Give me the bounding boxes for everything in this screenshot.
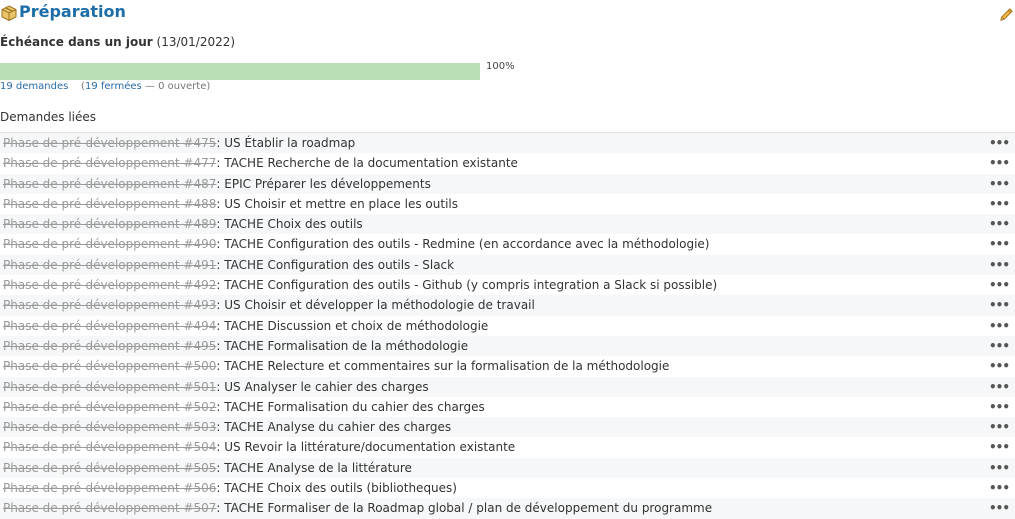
issue-subject: : TACHE Formalisation du cahier des char… <box>216 399 485 414</box>
pencil-icon[interactable] <box>999 7 1014 22</box>
issue-row: Phase de pré-développement #503: TACHE A… <box>0 417 1015 438</box>
issue-subject: : TACHE Configuration des outils - Githu… <box>216 278 718 293</box>
ellipsis-icon[interactable]: ••• <box>989 377 1010 397</box>
issue-row: Phase de pré-développement #505: TACHE A… <box>0 457 1015 479</box>
issue-row: Phase de pré-développement #502: TACHE F… <box>0 396 1015 418</box>
issue-row: Phase de pré-développement #477: TACHE R… <box>0 153 1015 174</box>
due-label: Échéance dans un jour <box>0 35 153 49</box>
issue-link[interactable]: Phase de pré-développement #495 <box>3 339 216 353</box>
issue-subject: : TACHE Formaliser de la Roadmap global … <box>216 501 713 516</box>
open-issues-count: — 0 ouverte) <box>141 81 211 92</box>
issue-subject: : TACHE Configuration des outils - Redmi… <box>216 237 710 252</box>
ellipsis-icon[interactable]: ••• <box>989 437 1010 457</box>
ellipsis-icon[interactable]: ••• <box>989 153 1010 173</box>
issue-row: Phase de pré-développement #501: US Anal… <box>0 376 1015 397</box>
issue-row: Phase de pré-développement #507: TACHE F… <box>0 498 1015 519</box>
issue-subject: : US Choisir et mettre en place les outi… <box>216 196 458 211</box>
issue-link[interactable]: Phase de pré-développement #492 <box>3 278 216 292</box>
ellipsis-icon[interactable]: ••• <box>989 133 1010 153</box>
issue-link[interactable]: Phase de pré-développement #503 <box>3 420 216 434</box>
issue-counts: 19 demandes (19 fermées — 0 ouverte) <box>0 81 210 92</box>
issue-row: Phase de pré-développement #494: TACHE D… <box>0 315 1015 336</box>
issue-link[interactable]: Phase de pré-développement #501 <box>3 380 216 394</box>
issue-subject: : TACHE Choix des outils <box>216 217 363 232</box>
issue-row: Phase de pré-développement #492: TACHE C… <box>0 275 1015 296</box>
ellipsis-icon[interactable]: ••• <box>989 194 1010 214</box>
issue-subject: : TACHE Configuration des outils - Slack <box>216 257 455 272</box>
progress-bar <box>0 63 480 80</box>
ellipsis-icon[interactable]: ••• <box>989 234 1010 254</box>
issue-row: Phase de pré-développement #489: TACHE C… <box>0 214 1015 235</box>
issue-subject: : US Revoir la littérature/documentation… <box>216 440 516 455</box>
issue-link[interactable]: Phase de pré-développement #475 <box>3 136 216 150</box>
issue-subject: : TACHE Analyse de la littérature <box>216 460 412 475</box>
ellipsis-icon[interactable]: ••• <box>989 255 1010 275</box>
version-header: Préparation <box>0 2 1015 24</box>
issue-link[interactable]: Phase de pré-développement #502 <box>3 400 216 414</box>
ellipsis-icon[interactable]: ••• <box>989 336 1010 356</box>
issue-row: Phase de pré-développement #495: TACHE F… <box>0 335 1015 357</box>
ellipsis-icon[interactable]: ••• <box>989 478 1010 498</box>
package-icon <box>1 5 17 21</box>
issue-link[interactable]: Phase de pré-développement #491 <box>3 258 216 272</box>
issue-link[interactable]: Phase de pré-développement #506 <box>3 481 216 495</box>
issue-subject: : TACHE Formalisation de la méthodologie <box>216 338 469 353</box>
issue-subject: : US Choisir et développer la méthodolog… <box>216 298 535 313</box>
issue-subject: : US Établir la roadmap <box>216 136 356 150</box>
issue-row: Phase de pré-développement #500: TACHE R… <box>0 356 1015 377</box>
issue-subject: : TACHE Choix des outils (bibliotheques) <box>216 481 457 496</box>
issue-link[interactable]: Phase de pré-développement #488 <box>3 197 216 211</box>
issue-row: Phase de pré-développement #493: US Choi… <box>0 295 1015 316</box>
total-issues-link[interactable]: 19 demandes <box>0 81 68 92</box>
due-date-line: Échéance dans un jour (13/01/2022) <box>0 35 235 49</box>
issue-row: Phase de pré-développement #475: US Étab… <box>0 133 1015 154</box>
issue-link[interactable]: Phase de pré-développement #507 <box>3 501 216 515</box>
issue-subject: : TACHE Analyse du cahier des charges <box>216 420 452 435</box>
issue-link[interactable]: Phase de pré-développement #494 <box>3 319 216 333</box>
ellipsis-icon[interactable]: ••• <box>989 417 1010 437</box>
issue-link[interactable]: Phase de pré-développement #477 <box>3 156 216 170</box>
ellipsis-icon[interactable]: ••• <box>989 498 1010 518</box>
issue-row: Phase de pré-développement #488: US Choi… <box>0 193 1015 215</box>
issue-subject: : TACHE Relecture et commentaires sur la… <box>216 359 670 374</box>
issue-link[interactable]: Phase de pré-développement #489 <box>3 217 216 231</box>
issue-link[interactable]: Phase de pré-développement #505 <box>3 461 216 475</box>
issue-row: Phase de pré-développement #504: US Revo… <box>0 437 1015 458</box>
progress-percent: 100% <box>486 61 515 72</box>
due-date: (13/01/2022) <box>156 35 236 49</box>
ellipsis-icon[interactable]: ••• <box>989 174 1010 194</box>
related-issues-title: Demandes liées <box>0 110 97 124</box>
issue-row: Phase de pré-développement #506: TACHE C… <box>0 478 1015 499</box>
ellipsis-icon[interactable]: ••• <box>989 295 1010 315</box>
ellipsis-icon[interactable]: ••• <box>989 397 1010 417</box>
issue-subject: : EPIC Préparer les développements <box>216 176 431 191</box>
issue-subject: : US Analyser le cahier des charges <box>216 379 429 394</box>
ellipsis-icon[interactable]: ••• <box>989 316 1010 336</box>
page-title: Préparation <box>19 2 126 21</box>
issue-row: Phase de pré-développement #490: TACHE C… <box>0 234 1015 255</box>
issue-subject: : TACHE Recherche de la documentation ex… <box>216 156 518 171</box>
ellipsis-icon[interactable]: ••• <box>989 275 1010 295</box>
issue-link[interactable]: Phase de pré-développement #493 <box>3 298 216 312</box>
issue-link[interactable]: Phase de pré-développement #500 <box>3 359 216 373</box>
progress-bar-fill <box>0 63 480 80</box>
related-issues-list: Phase de pré-développement #475: US Étab… <box>0 132 1015 519</box>
closed-issues-link[interactable]: 19 fermées <box>85 81 142 92</box>
issue-subject: : TACHE Discussion et choix de méthodolo… <box>216 318 489 333</box>
ellipsis-icon[interactable]: ••• <box>989 458 1010 478</box>
issue-row: Phase de pré-développement #491: TACHE C… <box>0 254 1015 276</box>
ellipsis-icon[interactable]: ••• <box>989 214 1010 234</box>
issue-row: Phase de pré-développement #487: EPIC Pr… <box>0 173 1015 194</box>
ellipsis-icon[interactable]: ••• <box>989 356 1010 376</box>
issue-link[interactable]: Phase de pré-développement #487 <box>3 177 216 191</box>
issue-link[interactable]: Phase de pré-développement #490 <box>3 237 216 251</box>
issue-link[interactable]: Phase de pré-développement #504 <box>3 440 216 454</box>
